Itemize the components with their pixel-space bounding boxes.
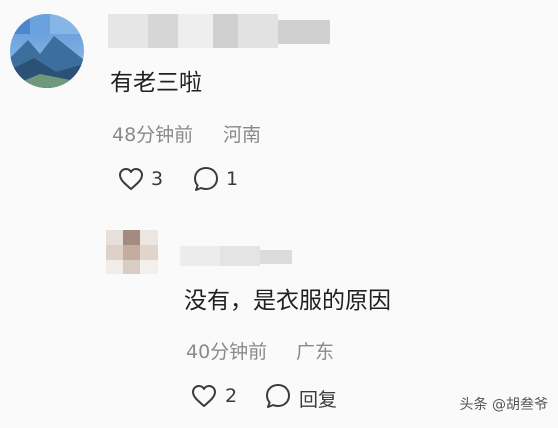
comment-location: 河南 <box>223 124 262 146</box>
avatar-image-icon <box>10 14 84 88</box>
reply-count: 1 <box>226 168 239 190</box>
watermark: 头条 @胡叁爷 <box>459 397 548 413</box>
like-count: 2 <box>225 385 238 407</box>
like-count: 3 <box>151 168 164 190</box>
comment-time: 40分钟前 <box>186 341 268 363</box>
reply-label[interactable]: 回复 <box>299 385 337 412</box>
avatar-image-icon <box>106 230 158 274</box>
comment-time: 48分钟前 <box>112 124 194 146</box>
comment-text: 有老三啦 <box>110 70 202 96</box>
comment-location: 广东 <box>296 341 335 363</box>
reply-button[interactable] <box>193 166 219 192</box>
reply-button[interactable] <box>265 383 291 409</box>
avatar[interactable] <box>106 230 158 274</box>
heart-outline-icon <box>119 168 143 190</box>
like-button[interactable] <box>191 384 217 408</box>
username-blurred <box>180 246 292 266</box>
like-button[interactable] <box>118 167 144 191</box>
speech-bubble-icon <box>194 167 218 191</box>
avatar[interactable] <box>10 14 84 88</box>
username-blurred <box>108 14 330 48</box>
comment-text: 没有，是衣服的原因 <box>184 288 391 314</box>
speech-bubble-icon <box>266 384 290 408</box>
heart-outline-icon <box>192 385 216 407</box>
